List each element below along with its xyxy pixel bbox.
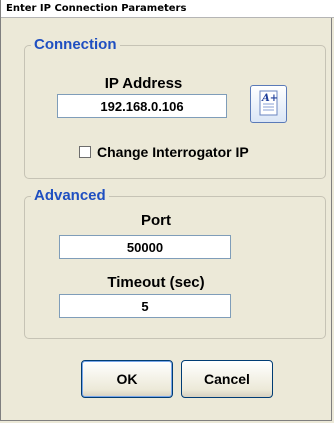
- ip-address-label: IP Address: [104, 75, 183, 92]
- window-title: Enter IP Connection Parameters: [6, 3, 187, 14]
- title-bar[interactable]: Enter IP Connection Parameters: [1, 0, 334, 18]
- timeout-input[interactable]: [59, 294, 231, 318]
- text-edit-icon: A+: [259, 90, 278, 116]
- ok-button[interactable]: OK: [81, 360, 173, 398]
- timeout-label: Timeout (sec): [107, 274, 205, 291]
- ip-connection-dialog: Enter IP Connection Parameters Connectio…: [0, 0, 334, 421]
- port-input[interactable]: [59, 235, 231, 259]
- change-interrogator-ip-label[interactable]: Change Interrogator IP: [97, 144, 249, 160]
- change-interrogator-ip-checkbox[interactable]: [79, 146, 91, 158]
- cancel-button[interactable]: Cancel: [181, 360, 273, 398]
- port-label: Port: [141, 212, 171, 229]
- advanced-legend: Advanced: [31, 187, 109, 204]
- keyboard-button[interactable]: A+: [250, 85, 287, 123]
- svg-text:A+: A+: [261, 93, 278, 104]
- ip-address-input[interactable]: [57, 94, 227, 118]
- connection-legend: Connection: [31, 36, 120, 53]
